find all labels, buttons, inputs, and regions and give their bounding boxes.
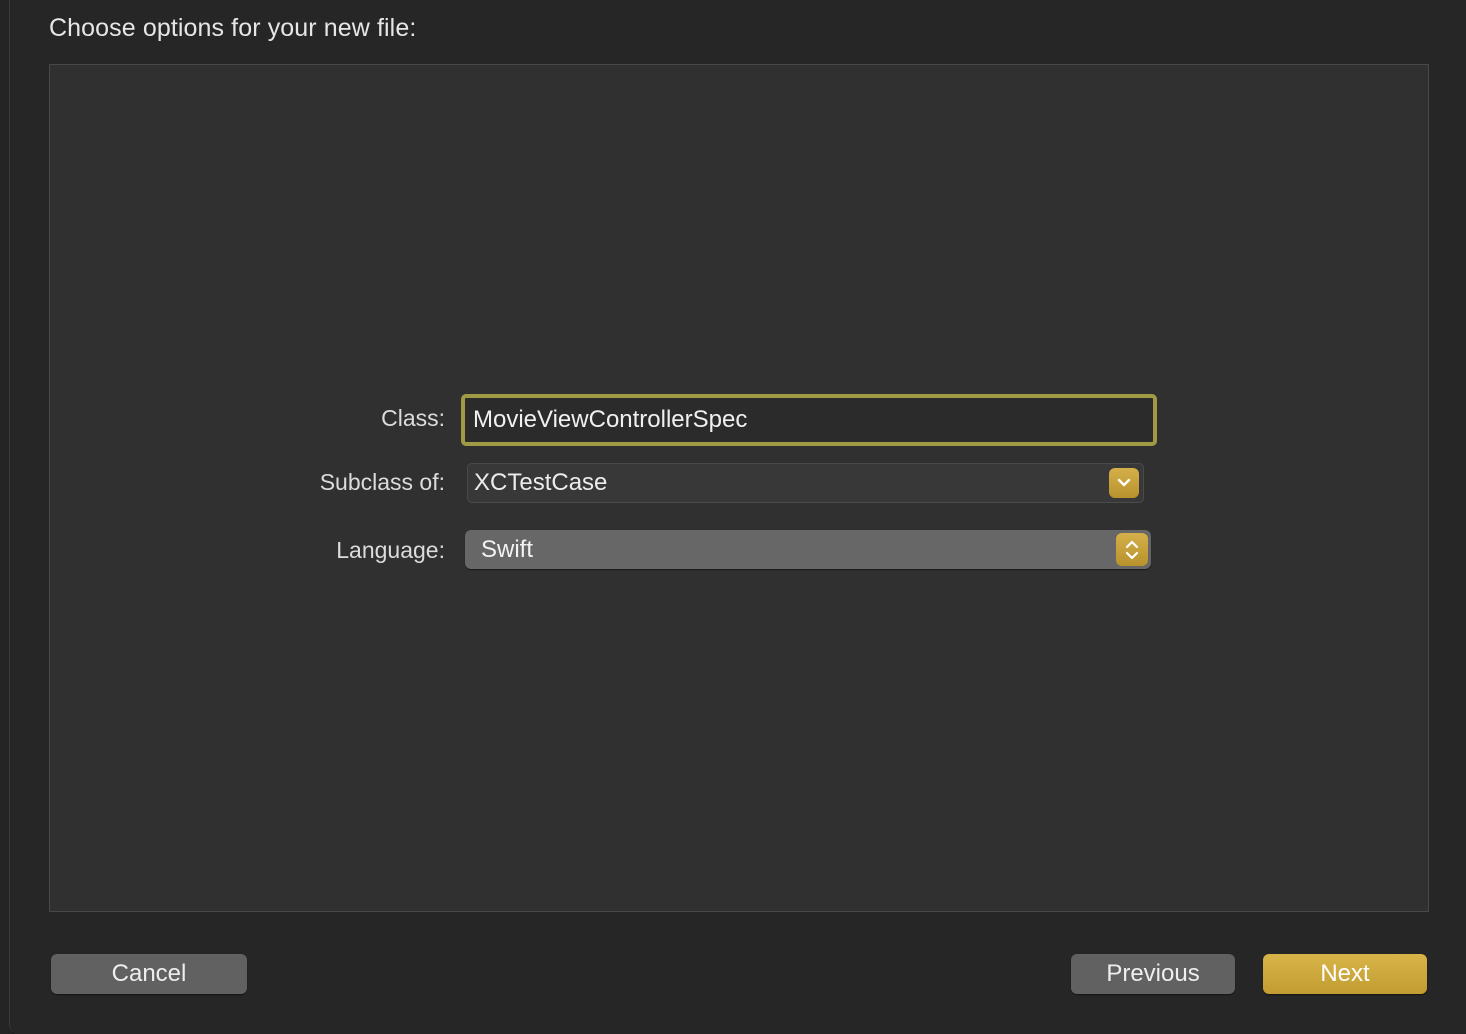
up-down-chevrons-icon: [1125, 540, 1139, 559]
class-label: Class:: [381, 405, 445, 431]
new-file-options-sheet: Choose options for your new file: Class:…: [9, 0, 1466, 1034]
class-field-container[interactable]: [461, 394, 1157, 446]
subclass-label: Subclass of:: [319, 469, 445, 495]
language-popup-arrows: [1116, 533, 1148, 566]
previous-button[interactable]: Previous: [1071, 954, 1235, 994]
class-name-input[interactable]: [473, 406, 1153, 434]
chevron-down-icon: [1117, 478, 1131, 487]
sheet-heading: Choose options for your new file:: [49, 14, 417, 42]
language-value: Swift: [481, 535, 534, 563]
cancel-button[interactable]: Cancel: [51, 954, 247, 994]
subclass-combo-box[interactable]: XCTestCase: [467, 463, 1144, 503]
subclass-dropdown-button[interactable]: [1109, 468, 1139, 498]
language-popup-button[interactable]: Swift: [465, 530, 1151, 569]
subclass-value[interactable]: XCTestCase: [468, 469, 1109, 497]
next-button[interactable]: Next: [1263, 954, 1427, 994]
language-label: Language:: [336, 537, 445, 563]
